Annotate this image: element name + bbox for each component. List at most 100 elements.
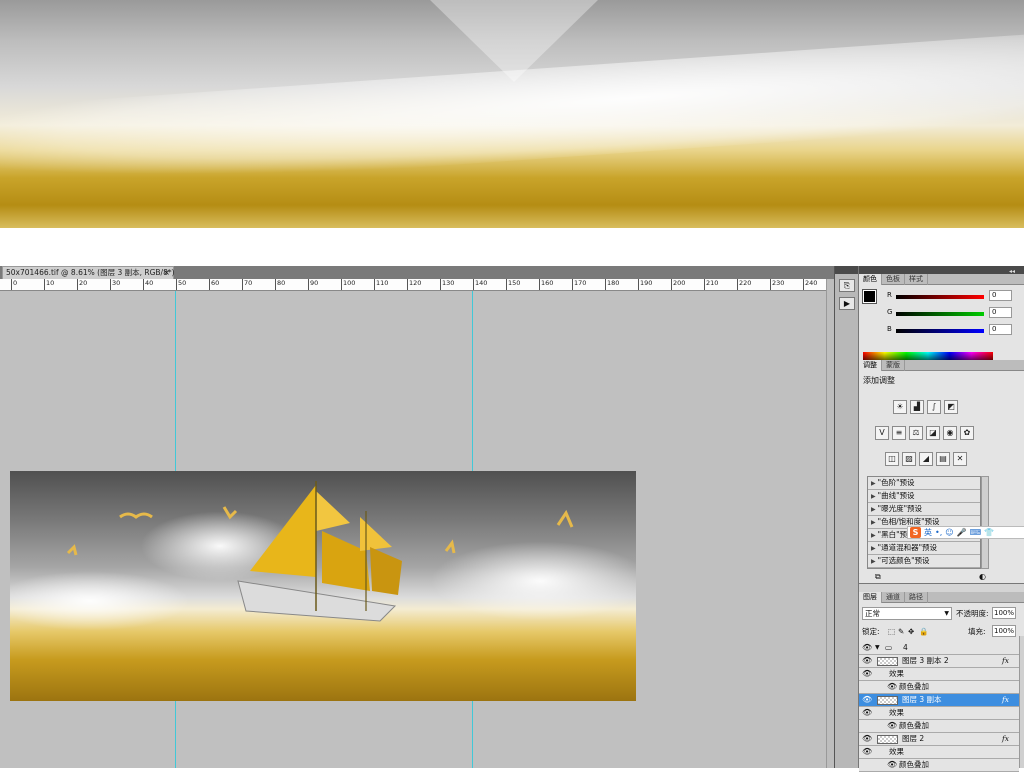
close-tab-icon[interactable]: × bbox=[163, 267, 170, 279]
fx-icon[interactable]: fx bbox=[1002, 694, 1009, 706]
lock-position-icon[interactable]: ✥ bbox=[908, 625, 914, 638]
keyboard-icon[interactable]: ⌨ bbox=[970, 528, 982, 537]
fx-icon[interactable]: fx bbox=[1002, 733, 1009, 745]
layer-effect-row[interactable]: 👁 颜色叠加 bbox=[859, 720, 1019, 733]
expand-arrow-icon: ▶ bbox=[871, 558, 876, 565]
threshold-icon[interactable]: ◢ bbox=[919, 452, 933, 466]
list-item[interactable]: ▶ "曝光度"预设 bbox=[868, 503, 980, 516]
eye-icon[interactable]: 👁 bbox=[862, 668, 872, 680]
blue-channel-row: B 0 bbox=[883, 324, 1023, 336]
layer-row[interactable]: 👁 图层 3 副本 2 fx bbox=[859, 655, 1019, 668]
lock-all-icon[interactable]: 🔒 bbox=[919, 625, 928, 638]
opacity-input[interactable]: 100% bbox=[992, 607, 1016, 619]
layer-effect-row[interactable]: 👁 颜色叠加 bbox=[859, 681, 1019, 694]
lock-pixels-icon[interactable]: ✎ bbox=[898, 625, 904, 638]
channel-mixer-icon[interactable]: ✿ bbox=[960, 426, 974, 440]
history-icon[interactable]: ⎘ bbox=[839, 279, 855, 292]
photo-filter-icon[interactable]: ◉ bbox=[943, 426, 957, 440]
eye-icon[interactable]: 👁 bbox=[862, 655, 872, 667]
eye-icon[interactable]: 👁 bbox=[862, 733, 872, 745]
expand-arrow-icon: ▶ bbox=[871, 545, 876, 552]
layers-scrollbar[interactable] bbox=[1019, 636, 1024, 768]
eye-icon[interactable]: 👁 bbox=[862, 746, 872, 758]
layer-group-row[interactable]: 👁 ▼ ▭ 4 bbox=[859, 642, 1019, 655]
blue-value-input[interactable]: 0 bbox=[989, 324, 1012, 335]
list-item[interactable]: ▶ "曲线"预设 bbox=[868, 490, 980, 503]
tab-masks[interactable]: 蒙版 bbox=[882, 360, 905, 371]
dock-header[interactable]: ◂◂ bbox=[859, 266, 1024, 275]
list-item[interactable]: ▶ "可选颜色"预设 bbox=[868, 555, 980, 568]
color-balance-icon[interactable]: ⚖ bbox=[909, 426, 923, 440]
red-label: R bbox=[887, 291, 892, 299]
seagull bbox=[119, 512, 153, 519]
selective-color-icon[interactable]: ✕ bbox=[953, 452, 967, 466]
tab-color[interactable]: 颜色 bbox=[859, 274, 882, 285]
presets-scrollbar[interactable] bbox=[981, 476, 989, 569]
ruler-tick-label: 220 bbox=[737, 279, 751, 290]
strip-header[interactable] bbox=[835, 266, 858, 274]
layer-effects-row[interactable]: 👁 效果 bbox=[859, 707, 1019, 720]
black-white-icon[interactable]: ◪ bbox=[926, 426, 940, 440]
ime-toolbar[interactable]: S 英 •, ☺ 🎤 ⌨ 👕 bbox=[907, 526, 1024, 539]
sogou-logo-icon[interactable]: S bbox=[910, 527, 921, 538]
chevron-down-icon[interactable]: ▼ bbox=[875, 642, 880, 654]
seagull bbox=[66, 544, 78, 556]
color-spectrum[interactable] bbox=[863, 352, 993, 360]
vertical-scrollbar[interactable] bbox=[826, 279, 834, 768]
foreground-color-swatch[interactable] bbox=[862, 289, 877, 304]
emoji-icon[interactable]: ☺ bbox=[945, 528, 953, 537]
ruler-tick-label: 50 bbox=[176, 279, 186, 290]
layer-row-selected[interactable]: 👁 图层 3 副本 fx bbox=[859, 694, 1019, 707]
eye-icon[interactable]: 👁 bbox=[887, 720, 897, 732]
gradient-map-icon[interactable]: ▤ bbox=[936, 452, 950, 466]
posterize-icon[interactable]: ▨ bbox=[902, 452, 916, 466]
invert-icon[interactable]: ◫ bbox=[885, 452, 899, 466]
tab-channels[interactable]: 通道 bbox=[882, 592, 905, 603]
eye-icon[interactable]: 👁 bbox=[862, 642, 872, 654]
ruler-tick-label: 60 bbox=[209, 279, 219, 290]
microphone-icon[interactable]: 🎤 bbox=[957, 528, 967, 537]
horizontal-ruler[interactable]: 0 10 20 30 40 50 60 70 80 90 100 110 120 130 140 150 160… bbox=[0, 279, 826, 291]
red-slider[interactable] bbox=[896, 295, 984, 299]
tab-styles[interactable]: 样式 bbox=[905, 274, 928, 285]
tab-paths[interactable]: 路径 bbox=[905, 592, 928, 603]
red-value-input[interactable]: 0 bbox=[989, 290, 1012, 301]
exposure-icon[interactable]: ◩ bbox=[944, 400, 958, 414]
list-item[interactable]: ▶ "通道混和器"预设 bbox=[868, 542, 980, 555]
tab-layers[interactable]: 图层 bbox=[859, 592, 882, 603]
blend-row: 正常 ▼ 不透明度: 100% bbox=[862, 607, 1022, 620]
document-tab[interactable]: 50x701466.tif @ 8.61% (图层 3 副本, RGB/8*) … bbox=[2, 266, 175, 279]
blend-mode-select[interactable]: 正常 ▼ bbox=[862, 607, 952, 620]
vibrance-icon[interactable]: V bbox=[875, 426, 889, 440]
artwork-canvas[interactable] bbox=[10, 471, 636, 701]
fx-icon[interactable]: fx bbox=[1002, 655, 1009, 667]
hue-saturation-icon[interactable]: ≡ bbox=[892, 426, 906, 440]
list-item[interactable]: ▶ "色阶"预设 bbox=[868, 477, 980, 490]
preset-options-icon[interactable]: ⧉ bbox=[875, 572, 881, 582]
levels-icon[interactable]: ▟ bbox=[910, 400, 924, 414]
punctuation-icon[interactable]: •, bbox=[935, 528, 942, 537]
layer-effects-row[interactable]: 👁 效果 bbox=[859, 668, 1019, 681]
layer-effect-row[interactable]: 👁 颜色叠加 bbox=[859, 759, 1019, 772]
blue-slider[interactable] bbox=[896, 329, 984, 333]
actions-icon[interactable]: ▶ bbox=[839, 297, 855, 310]
brightness-contrast-icon[interactable]: ☀ bbox=[893, 400, 907, 414]
skin-icon[interactable]: 👕 bbox=[984, 528, 994, 537]
green-slider[interactable] bbox=[896, 312, 984, 316]
curves-icon[interactable]: ∫ bbox=[927, 400, 941, 414]
tab-swatches[interactable]: 色板 bbox=[882, 274, 905, 285]
fill-input[interactable]: 100% bbox=[992, 625, 1016, 637]
eye-icon[interactable]: 👁 bbox=[862, 707, 872, 719]
preset-menu-icon[interactable]: ◐ bbox=[979, 572, 986, 581]
layer-effects-row[interactable]: 👁 效果 bbox=[859, 746, 1019, 759]
eye-icon[interactable]: 👁 bbox=[887, 759, 897, 771]
layer-row[interactable]: 👁 图层 2 fx bbox=[859, 733, 1019, 746]
ime-language-toggle[interactable]: 英 bbox=[924, 527, 932, 538]
ship-sail bbox=[250, 485, 316, 577]
green-value-input[interactable]: 0 bbox=[989, 307, 1012, 318]
tab-adjustments[interactable]: 调整 bbox=[859, 360, 882, 371]
lock-transparency-icon[interactable]: ⬚ bbox=[888, 625, 895, 638]
eye-icon[interactable]: 👁 bbox=[887, 681, 897, 693]
eye-icon[interactable]: 👁 bbox=[862, 694, 872, 706]
canvas-area[interactable] bbox=[0, 291, 826, 768]
